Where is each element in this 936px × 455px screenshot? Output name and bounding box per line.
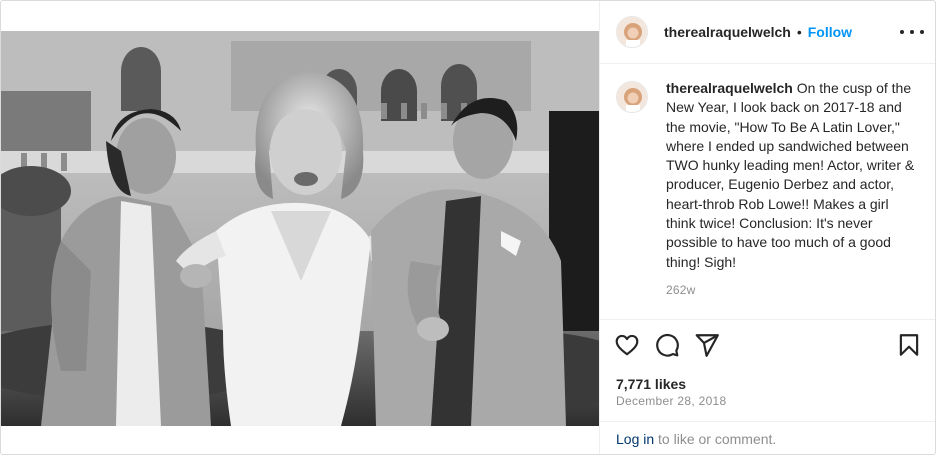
caption-text-block: therealraquelwelch On the cusp of the Ne… — [666, 79, 920, 272]
more-dot — [920, 30, 924, 34]
photo-image — [1, 31, 599, 426]
avatar[interactable] — [616, 16, 648, 48]
paper-plane-icon[interactable] — [694, 332, 722, 360]
instagram-post: therealraquelwelch • Follow therealraque… — [0, 0, 936, 455]
caption-time-ago[interactable]: 262w — [666, 281, 920, 300]
action-bar — [600, 319, 935, 371]
post-header: therealraquelwelch • Follow — [600, 1, 935, 64]
post-date: December 28, 2018 — [616, 394, 727, 408]
caption-section: therealraquelwelch On the cusp of the Ne… — [616, 79, 922, 300]
heart-icon[interactable] — [614, 332, 642, 360]
follow-button[interactable]: Follow — [808, 24, 852, 40]
header-username[interactable]: therealraquelwelch — [664, 24, 791, 40]
caption-text: On the cusp of the New Year, I look back… — [666, 80, 915, 270]
caption-body: therealraquelwelch On the cusp of the Ne… — [666, 79, 920, 300]
post-photo[interactable] — [1, 31, 599, 426]
post-side-panel: therealraquelwelch • Follow therealraque… — [599, 1, 935, 454]
comment-icon[interactable] — [654, 332, 682, 360]
likes-count[interactable]: 7,771 likes — [616, 376, 686, 392]
caption-avatar[interactable] — [616, 81, 648, 113]
avatar-image — [617, 17, 647, 47]
more-options-icon[interactable] — [900, 23, 924, 41]
separator-dot: • — [796, 24, 802, 40]
login-prompt: Log in to like or comment. — [600, 421, 935, 454]
avatar-image — [617, 82, 647, 112]
caption-username[interactable]: therealraquelwelch — [666, 80, 793, 96]
post-media — [1, 1, 599, 454]
more-dot — [900, 30, 904, 34]
login-link[interactable]: Log in — [616, 431, 654, 447]
bookmark-icon[interactable] — [896, 332, 924, 360]
login-suffix: to like or comment. — [654, 431, 777, 447]
more-dot — [910, 30, 914, 34]
